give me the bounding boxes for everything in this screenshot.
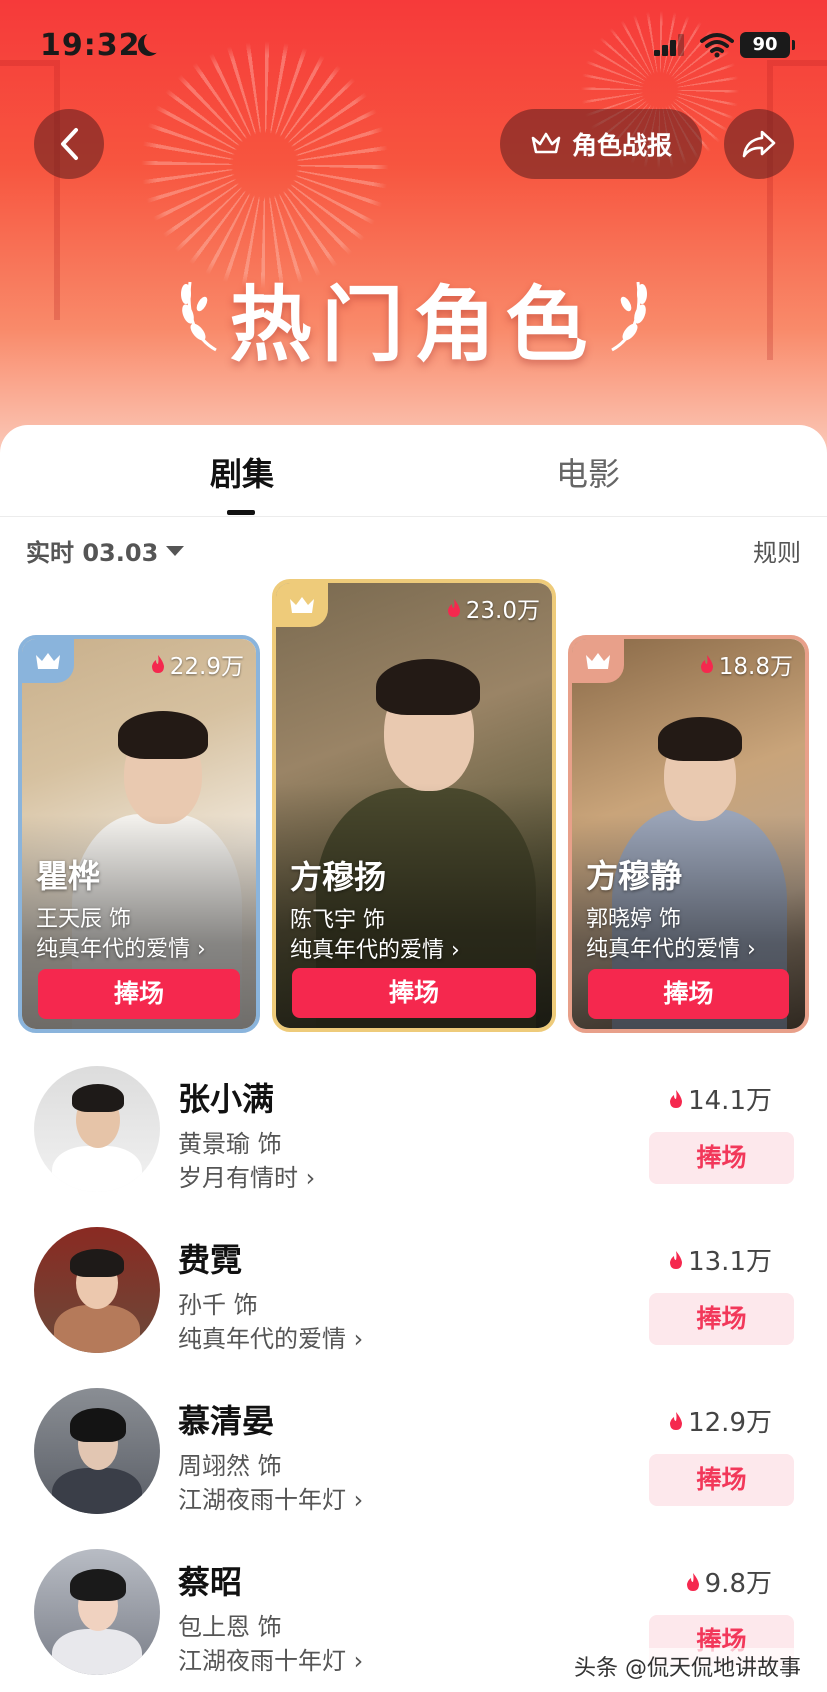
date-filter-dropdown[interactable]: 实时 03.03 — [26, 533, 185, 568]
chevron-left-icon — [61, 128, 78, 160]
heat-value: 18.8万 — [699, 647, 793, 681]
watermark: 头条 @侃天侃地讲故事 — [570, 1648, 805, 1684]
moon-icon — [144, 31, 166, 53]
heat-value: 13.1万 — [668, 1241, 772, 1278]
active-tab-indicator — [227, 510, 255, 515]
show-link[interactable]: 江湖夜雨十年灯 › — [178, 1480, 363, 1515]
character-name: 慕清晏 — [178, 1402, 275, 1440]
flame-icon — [670, 1089, 683, 1108]
flame-icon — [686, 1572, 699, 1591]
actor-name: 黄景瑜 饰 — [178, 1130, 282, 1158]
avatar — [34, 1227, 160, 1353]
avatar — [34, 1066, 160, 1192]
crown-icon — [290, 597, 314, 613]
tab-movie[interactable]: 电影 — [556, 449, 620, 495]
list-item[interactable]: 慕清晏 周翊然 饰 江湖夜雨十年灯 › 12.9万 捧场 — [0, 1388, 827, 1528]
cheer-button[interactable]: 捧场 — [292, 968, 536, 1018]
show-link[interactable]: 纯真年代的爱情 › — [36, 931, 206, 963]
report-label: 角色战报 — [571, 131, 672, 160]
cheer-button[interactable]: 捧场 — [649, 1293, 794, 1345]
battery-icon: 90 — [740, 32, 795, 58]
podium-card-rank-2[interactable]: 22.9万 瞿桦 王天辰 饰 纯真年代的爱情 › 捧场 — [18, 635, 260, 1033]
show-link[interactable]: 江湖夜雨十年灯 › — [178, 1641, 363, 1676]
show-link[interactable]: 纯真年代的爱情 › — [586, 931, 756, 963]
page-title: 热门角色 — [229, 278, 598, 373]
podium-card-rank-1[interactable]: 23.0万 方穆扬 陈飞宇 饰 纯真年代的爱情 › 捧场 — [272, 579, 556, 1032]
character-name: 张小满 — [178, 1080, 275, 1118]
rank-badge — [276, 583, 328, 627]
flame-icon — [670, 1250, 683, 1269]
crown-outline-icon — [531, 132, 561, 154]
rank-badge — [572, 639, 624, 683]
avatar — [34, 1388, 160, 1514]
rank-badge — [22, 639, 74, 683]
heat-value: 14.1万 — [668, 1080, 772, 1117]
share-button[interactable] — [724, 109, 794, 179]
podium-card-rank-3[interactable]: 18.8万 方穆静 郭晓婷 饰 纯真年代的爱情 › 捧场 — [568, 635, 809, 1033]
actor-name: 孙千 饰 — [178, 1291, 258, 1319]
flame-icon — [700, 655, 713, 673]
show-link[interactable]: 纯真年代的爱情 › — [178, 1319, 363, 1354]
cheer-button[interactable]: 捧场 — [649, 1454, 794, 1506]
heat-value: 9.8万 — [685, 1563, 772, 1600]
list-item[interactable]: 张小满 黄景瑜 饰 岁月有情时 › 14.1万 捧场 — [0, 1066, 827, 1206]
character-name: 方穆扬 — [290, 858, 387, 896]
actor-name: 周翊然 饰 — [178, 1452, 282, 1480]
rules-link[interactable]: 规则 — [753, 533, 801, 568]
actor-name: 包上恩 饰 — [178, 1613, 282, 1641]
heat-value: 12.9万 — [668, 1402, 772, 1439]
actor-name: 郭晓婷 饰 — [586, 907, 681, 932]
signal-icon — [654, 34, 686, 56]
character-name: 方穆静 — [586, 857, 683, 895]
status-time: 19:32 — [40, 28, 141, 63]
cheer-button[interactable]: 捧场 — [588, 969, 789, 1019]
tab-series[interactable]: 剧集 — [210, 449, 274, 495]
crown-icon — [36, 653, 60, 669]
status-bar: 19:32 90 — [0, 0, 827, 100]
list-item[interactable]: 费霓 孙千 饰 纯真年代的爱情 › 13.1万 捧场 — [0, 1227, 827, 1367]
avatar — [34, 1549, 160, 1675]
show-link[interactable]: 岁月有情时 › — [178, 1158, 315, 1193]
share-icon — [742, 130, 776, 158]
character-name: 费霓 — [178, 1241, 243, 1279]
filter-row: 实时 03.03 规则 — [0, 533, 827, 573]
header-banner: 19:32 90 角色战报 热门角色 — [0, 0, 827, 470]
cheer-button[interactable]: 捧场 — [38, 969, 240, 1019]
character-name: 蔡昭 — [178, 1563, 243, 1601]
back-button[interactable] — [34, 109, 104, 179]
date-filter-label: 实时 03.03 — [26, 539, 159, 567]
actor-name: 陈飞宇 饰 — [290, 908, 385, 933]
laurel-icon — [611, 281, 647, 352]
character-name: 瞿桦 — [36, 857, 101, 895]
heat-value: 23.0万 — [446, 591, 540, 625]
flame-icon — [151, 655, 164, 673]
actor-name: 王天辰 饰 — [36, 907, 131, 932]
wifi-icon — [700, 33, 734, 58]
flame-icon — [447, 599, 460, 617]
cheer-button[interactable]: 捧场 — [649, 1132, 794, 1184]
show-link[interactable]: 纯真年代的爱情 › — [290, 932, 460, 964]
character-report-button[interactable]: 角色战报 — [500, 109, 702, 179]
tab-bar: 剧集 电影 — [0, 425, 827, 517]
caret-down-icon — [166, 545, 185, 556]
crown-icon — [586, 653, 610, 669]
heat-value: 22.9万 — [150, 647, 244, 681]
flame-icon — [670, 1411, 683, 1430]
